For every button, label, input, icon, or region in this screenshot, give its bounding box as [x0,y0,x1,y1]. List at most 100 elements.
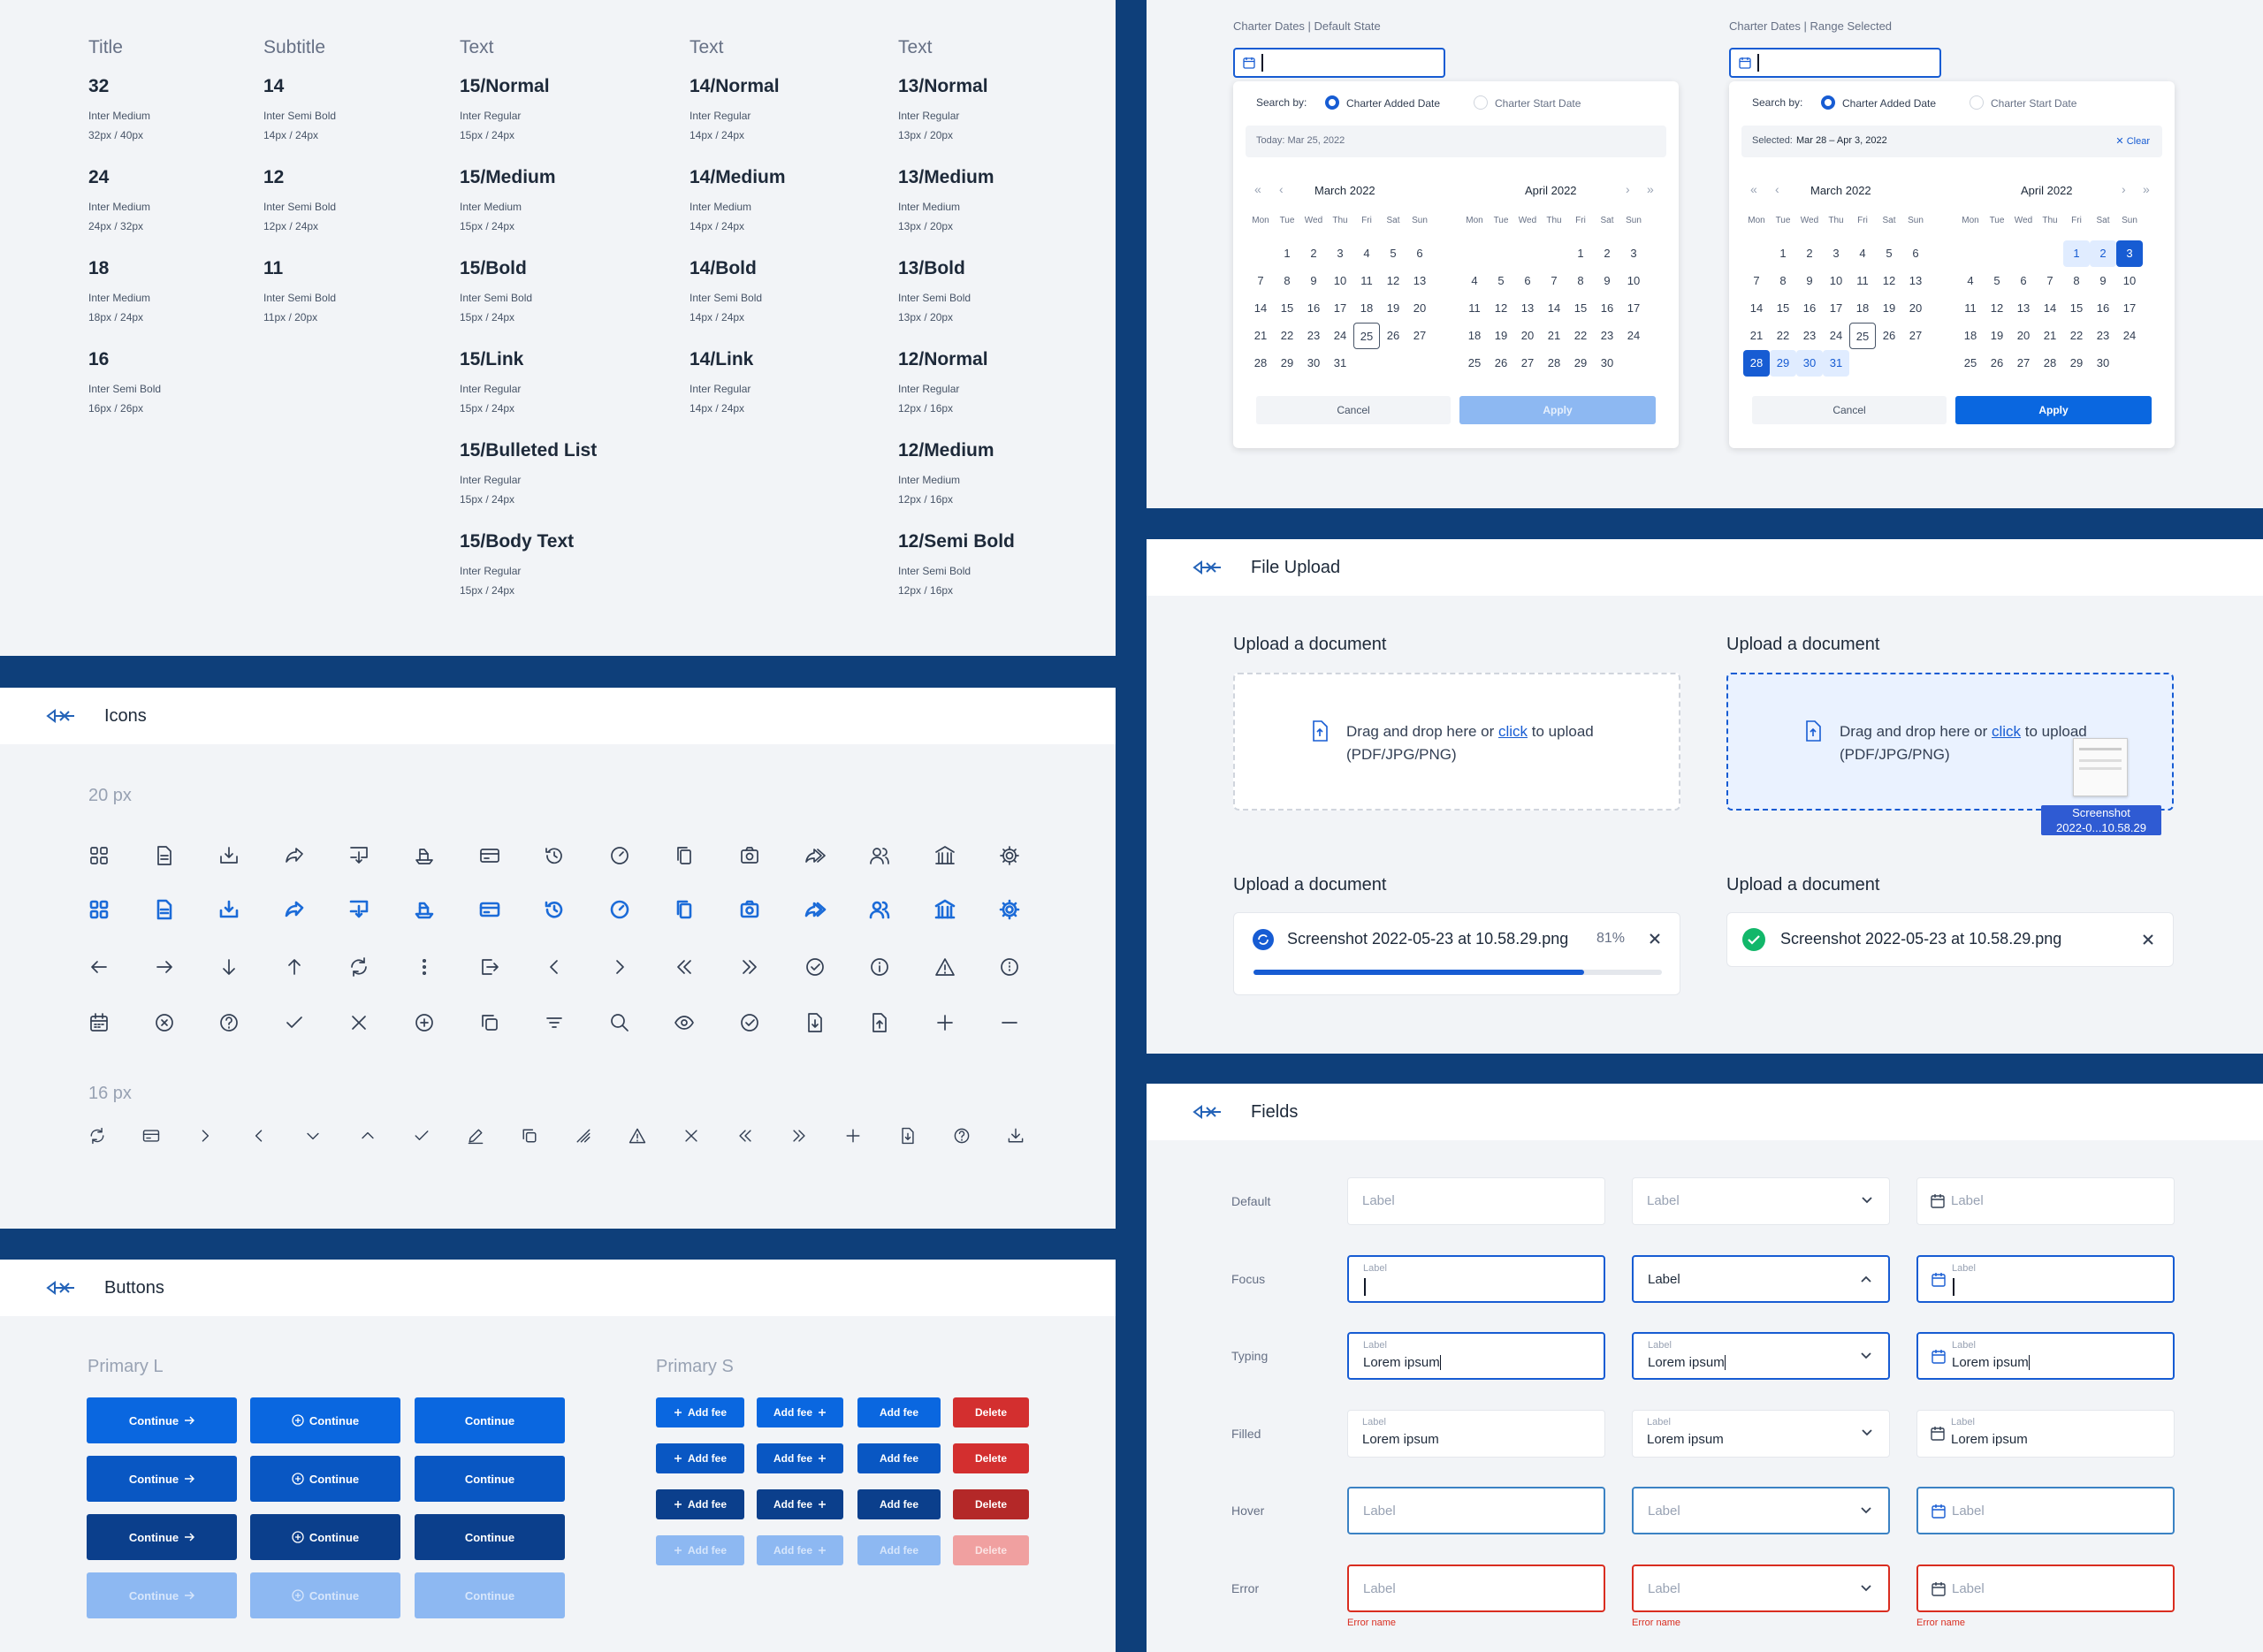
calendar-day[interactable]: 28 [1247,350,1274,377]
double-left-icon[interactable]: « [1750,182,1757,196]
calendar-day[interactable]: 6 [1902,240,1929,267]
calendar-day[interactable]: 10 [1620,268,1647,294]
add-fee-button[interactable]: Add fee [857,1443,941,1473]
calendar-day[interactable]: 27 [1406,323,1433,349]
calendar-day[interactable]: 12 [1380,268,1406,294]
date-range-input[interactable] [1729,48,1941,78]
chevron-right-icon[interactable]: › [2122,182,2126,196]
radio-unselected[interactable] [1970,95,1984,110]
calendar-day[interactable]: 30 [1300,350,1327,377]
continue-arrow-button[interactable]: Continue [87,1456,237,1502]
calendar-day[interactable]: 1 [1567,240,1594,267]
calendar-day[interactable]: 29 [2063,350,2090,377]
continue-plus-button[interactable]: Continue [250,1456,400,1502]
calendar-day[interactable]: 3 [1823,240,1849,267]
radio-unselected[interactable] [1474,95,1488,110]
calendar-day[interactable]: 13 [1406,268,1433,294]
chevron-right-icon[interactable]: › [1626,182,1630,196]
calendar-day[interactable]: 10 [2116,268,2143,294]
calendar-day[interactable]: 17 [1327,295,1353,322]
calendar-day[interactable]: 15 [1567,295,1594,322]
calendar-day[interactable]: 6 [1514,268,1541,294]
calendar-day[interactable]: 23 [2090,323,2116,349]
field-select-focus[interactable]: Label [1632,1254,1890,1303]
search-option-added[interactable]: Charter Added Date [1346,97,1440,110]
calendar-day[interactable]: 14 [1247,295,1274,322]
calendar-day[interactable]: 12 [1488,295,1514,322]
delete-button[interactable]: Delete [953,1489,1029,1519]
calendar-day[interactable]: 17 [1823,295,1849,322]
calendar-day[interactable]: 31 [1823,350,1849,377]
calendar-day[interactable]: 26 [1380,323,1406,349]
double-right-icon[interactable]: » [2143,182,2150,196]
calendar-day[interactable]: 17 [2116,295,2143,322]
calendar-day[interactable]: 29 [1770,350,1796,377]
upload-click-link[interactable]: click [1992,723,2021,740]
calendar-day[interactable]: 4 [1353,240,1380,267]
add-fee-trail-plus-button[interactable]: Add fee [757,1397,843,1427]
calendar-day[interactable]: 3 [2116,240,2143,267]
calendar-day[interactable]: 30 [1796,350,1823,377]
calendar-day[interactable]: 5 [1488,268,1514,294]
calendar-day[interactable]: 25 [1957,350,1984,377]
calendar-day[interactable]: 26 [1984,350,2010,377]
calendar-day[interactable]: 16 [1796,295,1823,322]
calendar-day[interactable]: 11 [1353,268,1380,294]
calendar-day[interactable]: 20 [1514,323,1541,349]
search-option-start[interactable]: Charter Start Date [1991,97,2076,110]
calendar-day[interactable]: 16 [1300,295,1327,322]
calendar-day[interactable]: 24 [2116,323,2143,349]
calendar-day[interactable]: 7 [1541,268,1567,294]
add-fee-trail-plus-button[interactable]: Add fee [757,1443,843,1473]
calendar-day[interactable]: 25 [1461,350,1488,377]
calendar-day[interactable]: 23 [1594,323,1620,349]
calendar-day[interactable]: 13 [1514,295,1541,322]
calendar-day[interactable]: 19 [1488,323,1514,349]
continue-plus-button[interactable]: Continue [250,1397,400,1443]
calendar-day[interactable]: 8 [1770,268,1796,294]
continue-plus-button[interactable]: Continue [250,1514,400,1560]
chevron-left-icon[interactable]: ‹ [1279,182,1284,196]
calendar-day[interactable]: 6 [2010,268,2037,294]
add-fee-button[interactable]: Add fee [857,1489,941,1519]
calendar-day[interactable]: 5 [1876,240,1902,267]
field-select-error[interactable]: Label [1632,1564,1890,1612]
calendar-day[interactable]: 14 [1743,295,1770,322]
field-date-error[interactable]: Label [1916,1564,2175,1612]
calendar-day[interactable]: 4 [1461,268,1488,294]
calendar-day[interactable]: 22 [1274,323,1300,349]
calendar-day[interactable]: 2 [1300,240,1327,267]
calendar-day[interactable]: 21 [1743,323,1770,349]
delete-button[interactable]: Delete [953,1443,1029,1473]
calendar-day[interactable]: 8 [1274,268,1300,294]
add-fee-lead-plus-button[interactable]: Add fee [656,1489,744,1519]
calendar-day[interactable]: 24 [1823,323,1849,349]
calendar-day[interactable]: 18 [1849,295,1876,322]
calendar-day[interactable]: 24 [1327,323,1353,349]
calendar-day[interactable]: 19 [1984,323,2010,349]
calendar-day[interactable]: 1 [1274,240,1300,267]
calendar-day[interactable]: 5 [1380,240,1406,267]
search-option-start[interactable]: Charter Start Date [1495,97,1581,110]
calendar-day[interactable]: 26 [1488,350,1514,377]
calendar-day[interactable]: 11 [1849,268,1876,294]
calendar-day[interactable]: 16 [1594,295,1620,322]
calendar-day[interactable]: 28 [2037,350,2063,377]
calendar-day[interactable]: 8 [2063,268,2090,294]
field-text-hover[interactable]: Label [1347,1487,1605,1534]
calendar-day[interactable]: 21 [2037,323,2063,349]
calendar-day[interactable]: 27 [1514,350,1541,377]
field-date-hover[interactable]: Label [1916,1487,2175,1534]
calendar-day[interactable]: 28 [1541,350,1567,377]
calendar-day[interactable]: 23 [1300,323,1327,349]
calendar-day[interactable]: 25 [1849,323,1876,349]
calendar-day[interactable]: 14 [2037,295,2063,322]
calendar-day[interactable]: 29 [1567,350,1594,377]
calendar-day[interactable]: 22 [1567,323,1594,349]
calendar-day[interactable]: 16 [2090,295,2116,322]
calendar-day[interactable]: 28 [1743,350,1770,377]
continue-button[interactable]: Continue [415,1456,565,1502]
calendar-day[interactable]: 9 [1300,268,1327,294]
apply-button[interactable]: Apply [1955,396,2152,424]
calendar-day[interactable]: 3 [1327,240,1353,267]
